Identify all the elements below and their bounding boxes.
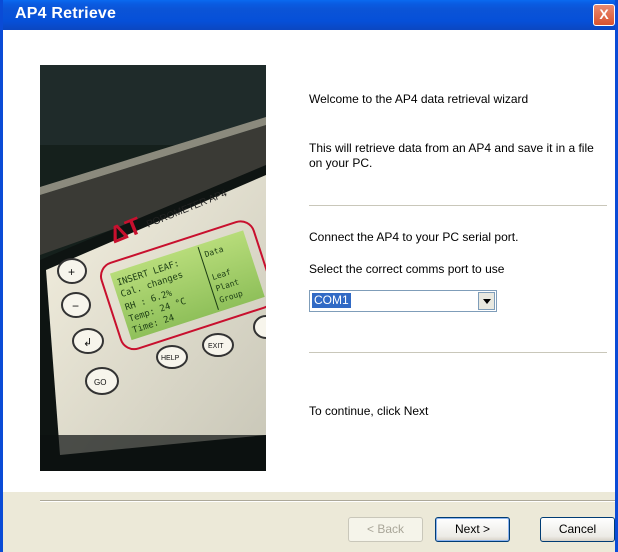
wizard-window: AP4 Retrieve X ΔT POROMETER AP4 INSERT L… [0, 0, 618, 552]
window-title: AP4 Retrieve [15, 5, 117, 22]
comms-port-value: COM1 [312, 293, 351, 308]
key-enter: ↲ [83, 337, 92, 349]
key-plus: + [68, 265, 75, 279]
key-go: GO [94, 378, 106, 387]
key-help: HELP [161, 355, 180, 362]
key-minus: − [72, 299, 79, 313]
back-button[interactable]: < Back [348, 517, 423, 542]
chevron-down-icon[interactable] [478, 292, 495, 310]
close-icon: X [599, 6, 609, 22]
porometer-image: ΔT POROMETER AP4 INSERT LEAF: Cal. chang… [40, 65, 266, 471]
continue-text: To continue, click Next [309, 404, 429, 418]
separator-bottom [309, 352, 607, 353]
close-button[interactable]: X [593, 4, 615, 26]
description-text: This will retrieve data from an AP4 and … [309, 141, 594, 170]
next-button[interactable]: Next > [435, 517, 510, 542]
title-bar[interactable]: AP4 Retrieve X [3, 0, 615, 30]
cancel-button[interactable]: Cancel [540, 517, 615, 542]
separator-top [309, 205, 607, 206]
porometer-photo: ΔT POROMETER AP4 INSERT LEAF: Cal. chang… [40, 65, 266, 471]
connect-text: Connect the AP4 to your PC serial port. [309, 230, 519, 244]
button-separator [40, 500, 615, 502]
welcome-text: Welcome to the AP4 data retrieval wizard [309, 92, 529, 106]
comms-port-select[interactable]: COM1 [309, 290, 497, 312]
key-exit: EXIT [208, 343, 224, 350]
select-port-text: Select the correct comms port to use [309, 262, 505, 276]
